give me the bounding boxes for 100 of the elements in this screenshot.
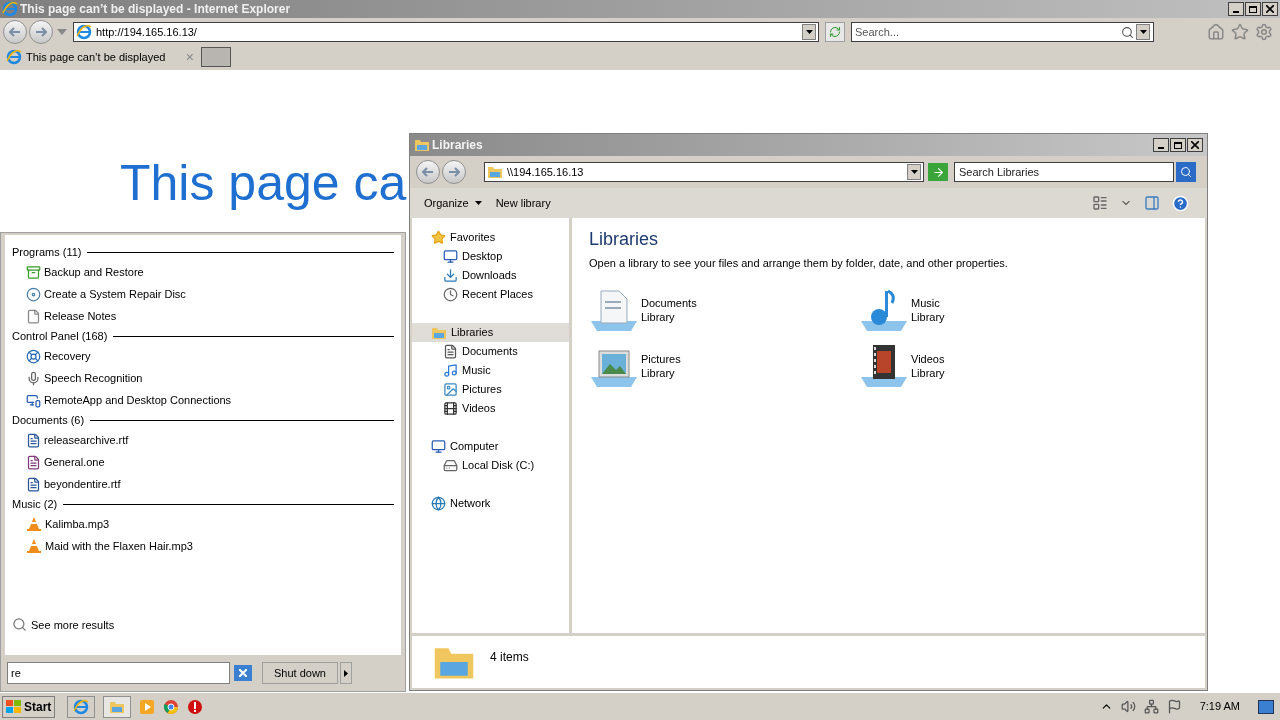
result-item[interactable]: Release Notes [12,305,394,327]
result-item[interactable]: beyondentire.rtf [12,473,394,495]
arrow-icon [448,167,460,177]
search-input[interactable]: Search... [855,23,1119,41]
see-more-link[interactable]: See more results [12,616,394,633]
result-item[interactable]: Maid with the Flaxen Hair.mp3 [12,535,394,557]
clock[interactable]: 7:19 AM [1189,698,1250,715]
nav-item[interactable]: Recent Places [412,285,569,304]
nav-item[interactable]: Local Disk (C:) [412,456,569,475]
result-item[interactable]: Kalimba.mp3 [12,513,394,535]
address-field[interactable]: \\194.165.16.13 [484,162,924,182]
library-item[interactable]: Pictures Library [589,341,859,390]
nav-item[interactable]: Favorites [412,228,569,247]
result-item[interactable]: Speech Recognition [12,367,394,389]
start-button[interactable]: Start [2,695,56,718]
close-icon [1266,5,1274,13]
microphone-icon [26,370,41,386]
nav-item[interactable]: Videos [412,399,569,418]
dropdown-button[interactable] [802,24,816,40]
group-heading: Documents (6) [12,412,85,428]
document-icon [26,432,41,448]
caret-icon [1139,30,1147,34]
close-icon [239,669,247,677]
toolbar-button[interactable]: New library [491,194,555,212]
library-item[interactable]: Documents Library [589,285,859,334]
arrow-icon [931,165,945,179]
arrow-icon [35,27,47,37]
window-title: This page can’t be displayed - Internet Explorer [20,1,292,18]
forward-button[interactable] [29,20,53,44]
search-field[interactable]: re [7,662,230,684]
group-heading: Programs (11) [12,244,82,260]
nav-item[interactable]: Pictures [412,380,569,399]
go-button[interactable] [928,163,948,181]
dropdown-button[interactable] [907,164,921,180]
result-item[interactable]: Create a System Repair Disc [12,283,394,305]
cone-icon [26,538,42,554]
shutdown-options-button[interactable] [340,662,352,684]
nav-item[interactable]: Network [412,494,569,513]
back-button[interactable] [3,20,27,44]
window-title: Libraries [432,137,484,154]
nav-item[interactable]: Downloads [412,266,569,285]
taskbar-button[interactable] [103,695,132,718]
group-heading: Music (2) [12,496,58,512]
item-count: 4 items [490,649,529,666]
show-desktop-button[interactable] [1258,699,1274,714]
search-button[interactable] [1176,162,1196,182]
search-field[interactable]: Search... [851,22,1154,42]
computer-icon [431,439,446,454]
result-item[interactable]: Recovery [12,345,394,367]
stop-icon[interactable] [187,698,204,715]
folder-icon [487,164,503,180]
library-item[interactable]: Videos Library [859,341,1129,390]
nav-item[interactable]: Documents [412,342,569,361]
result-item[interactable]: Backup and Restore [12,261,394,283]
network-icon[interactable] [1143,699,1159,714]
maximize-button[interactable] [1170,138,1186,152]
address-field[interactable]: http://194.165.16.13/ [73,22,819,42]
flag-icon[interactable] [1166,699,1182,714]
close-button[interactable] [1187,138,1203,152]
preview-pane-icon[interactable] [1144,195,1160,211]
toolbar-button[interactable]: Organize [420,194,486,212]
nav-item[interactable]: Computer [412,437,569,456]
page-heading: This page ca [120,158,407,208]
caret-icon [910,170,918,174]
speaker-icon[interactable] [1120,699,1136,714]
music-note-icon [443,363,458,378]
monitor-icon [26,392,41,408]
browser-icon [73,698,90,715]
refresh-button[interactable] [825,22,845,42]
nav-item[interactable]: Libraries [412,323,569,342]
back-button[interactable] [416,160,440,184]
minimize-button[interactable] [1228,2,1244,16]
forward-button[interactable] [442,160,466,184]
image-icon [443,382,458,397]
library-item[interactable]: Music Library [859,285,1129,334]
search-icon [1121,25,1134,39]
favorites-icon[interactable] [1231,23,1249,41]
maximize-button[interactable] [1245,2,1261,16]
view-icon[interactable] [1092,195,1108,211]
home-icon[interactable] [1207,23,1225,41]
minimize-button[interactable] [1153,138,1169,152]
search-icon [12,617,27,633]
result-item[interactable]: RemoteApp and Desktop Connections [12,389,394,411]
clear-button[interactable] [234,665,252,681]
nav-item[interactable]: Music [412,361,569,380]
help-icon[interactable] [1172,194,1189,212]
new-tab-button[interactable] [201,47,231,67]
arrow-icon [9,27,21,37]
dropdown-button[interactable] [1136,24,1150,40]
cone-icon [26,516,42,532]
settings-icon[interactable] [1255,23,1273,41]
close-button[interactable] [1262,2,1278,16]
nav-item[interactable]: Desktop [412,247,569,266]
browser-icon[interactable] [163,698,180,715]
taskbar-button[interactable] [67,695,96,718]
result-item[interactable]: General.one [12,451,394,473]
content-heading: Libraries [589,228,660,251]
clock-icon [443,287,458,302]
shutdown-button[interactable]: Shut down [262,662,338,684]
result-item[interactable]: releasearchive.rtf [12,429,394,451]
